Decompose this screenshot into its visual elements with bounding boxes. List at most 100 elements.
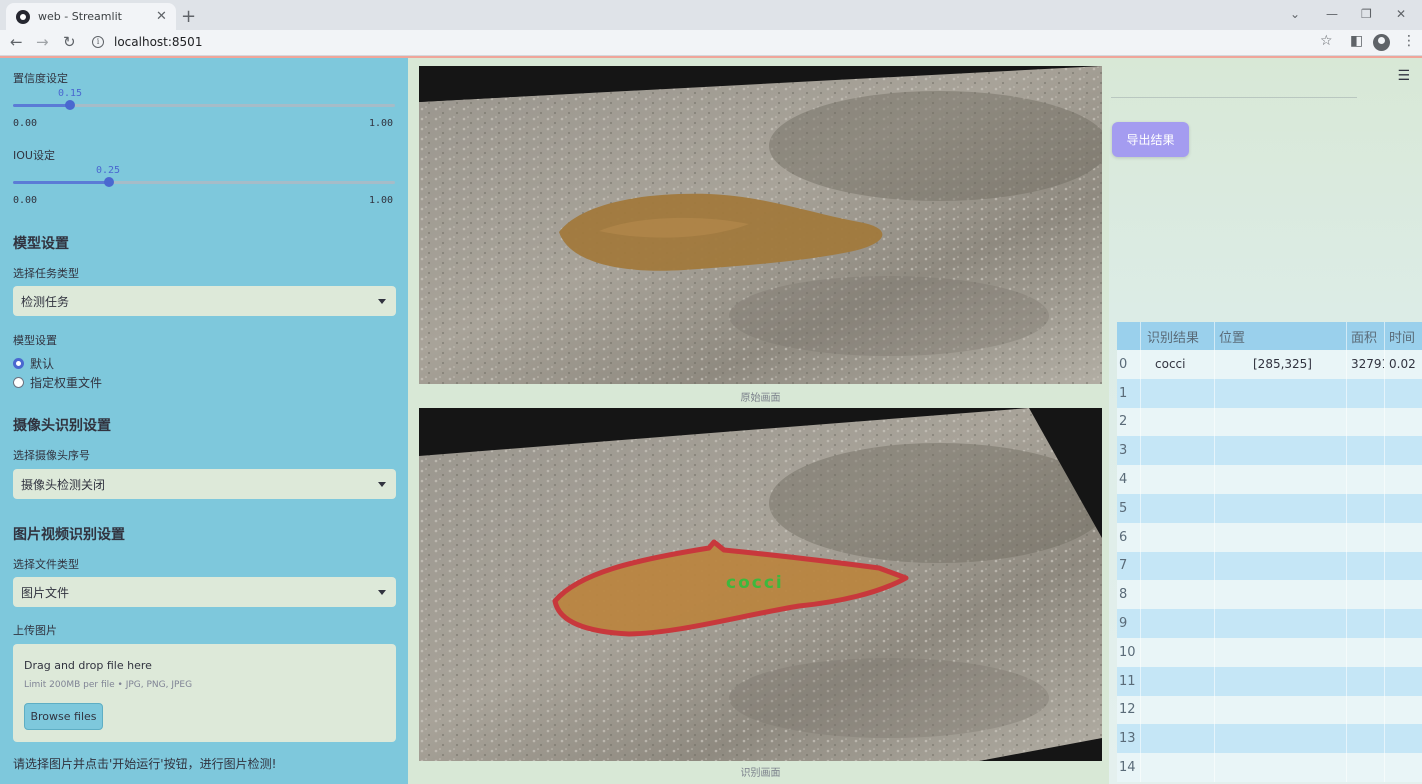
table-cell: [285,325] <box>1215 350 1347 379</box>
iou-slider-thumb[interactable] <box>103 177 114 187</box>
address-bar[interactable]: i localhost:8501 <box>84 31 1344 53</box>
close-window-icon[interactable]: ✕ <box>1396 7 1406 21</box>
table-cell <box>1215 465 1347 494</box>
minimize-icon[interactable]: — <box>1326 7 1338 21</box>
table-cell <box>1215 695 1347 725</box>
table-cell <box>1215 493 1347 523</box>
column-header[interactable]: 识别结果 <box>1141 322 1215 350</box>
table-row[interactable]: 2 <box>1117 407 1422 437</box>
reload-icon[interactable]: ↻ <box>63 33 76 51</box>
back-icon[interactable]: ← <box>10 33 23 51</box>
dropzone-limit: Limit 200MB per file • JPG, PNG, JPEG <box>24 680 193 690</box>
task-type-select[interactable]: 检测任务 <box>13 286 396 316</box>
table-row[interactable]: 5 <box>1117 493 1422 523</box>
table-cell: 0.02 <box>1389 357 1416 372</box>
table-cell <box>1347 753 1385 782</box>
table-row[interactable]: 8 <box>1117 580 1422 610</box>
browse-files-button[interactable]: Browse files <box>24 703 103 730</box>
table-row[interactable]: 14 <box>1117 753 1422 782</box>
chevron-down-icon <box>378 299 386 304</box>
profile-avatar-icon[interactable] <box>1373 34 1390 51</box>
file-type-label: 选择文件类型 <box>13 558 79 571</box>
confidence-slider-thumb[interactable] <box>65 100 76 110</box>
column-header[interactable] <box>1117 322 1141 350</box>
radio-default[interactable]: 默认 <box>13 355 54 372</box>
table-cell <box>1141 407 1215 437</box>
iou-slider[interactable] <box>13 177 395 187</box>
iou-slider-fill <box>13 181 109 184</box>
column-header[interactable]: 位置 <box>1215 322 1347 350</box>
iou-min: 0.00 <box>13 195 38 206</box>
row-index: 6 <box>1117 522 1141 552</box>
camera-select-value: 摄像头检测关闭 <box>21 477 106 492</box>
table-row[interactable]: 1 <box>1117 378 1422 408</box>
iou-value: 0.25 <box>95 165 121 176</box>
radio-custom-weights[interactable]: 指定权重文件 <box>13 374 102 391</box>
camera-select[interactable]: 摄像头检测关闭 <box>13 469 396 499</box>
results-table: 识别结果位置面积时间0cocci[285,325]327910.02123456… <box>1117 322 1422 782</box>
table-header-row: 识别结果 位置 面积 时间 <box>1117 322 1422 350</box>
camera-section-title: 摄像头识别设置 <box>13 418 111 434</box>
iou-label: IOU设定 <box>13 149 55 162</box>
side-panel-icon[interactable]: ◧ <box>1350 33 1363 49</box>
table-cell <box>1385 667 1422 696</box>
file-type-select[interactable]: 图片文件 <box>13 577 396 607</box>
site-info-icon[interactable]: i <box>92 36 104 48</box>
table-cell <box>1347 436 1385 466</box>
table-cell <box>1141 609 1215 638</box>
table-row[interactable]: 0cocci[285,325]32791 0.02 <box>1117 350 1422 379</box>
table-cell <box>1141 580 1215 610</box>
table-row[interactable]: 11 <box>1117 666 1422 696</box>
row-index: 5 <box>1117 493 1141 523</box>
table-row[interactable]: 10 <box>1117 637 1422 667</box>
tab-search-icon[interactable]: ⌄ <box>1290 7 1300 21</box>
table-row[interactable]: 4 <box>1117 465 1422 494</box>
browser-menu-icon[interactable]: ⋮ <box>1402 33 1416 49</box>
table-cell <box>1385 580 1422 609</box>
table-cell <box>1215 580 1347 610</box>
results-panel: ☰ 导出结果 识别结果位置面积时间0cocci[285,325]327910.0… <box>1109 58 1422 784</box>
table-cell <box>1141 465 1215 494</box>
hamburger-menu-icon[interactable]: ☰ <box>1397 68 1410 84</box>
original-caption: 原始画面 <box>740 393 781 404</box>
table-row[interactable]: 9 <box>1117 609 1422 638</box>
result-image: cocci <box>419 408 1102 761</box>
radio-unselected-icon[interactable] <box>13 377 24 388</box>
table-cell <box>1347 551 1385 581</box>
table-row[interactable]: 7 <box>1117 551 1422 581</box>
column-header[interactable]: 时间 <box>1385 322 1422 350</box>
restore-icon[interactable]: ❐ <box>1361 7 1372 21</box>
tab-title: web - Streamlit <box>38 10 122 23</box>
row-index: 9 <box>1117 609 1141 638</box>
row-index: 12 <box>1117 695 1141 725</box>
radio-selected-icon[interactable] <box>13 358 24 369</box>
row-index: 7 <box>1117 551 1141 581</box>
browser-tab[interactable]: web - Streamlit ✕ <box>6 3 176 30</box>
export-results-button[interactable]: 导出结果 <box>1112 122 1189 157</box>
table-cell <box>1385 436 1422 465</box>
table-row[interactable]: 12 <box>1117 695 1422 725</box>
model-section-title: 模型设置 <box>13 236 69 252</box>
new-tab-icon[interactable]: + <box>181 6 196 27</box>
table-row[interactable]: 6 <box>1117 522 1422 552</box>
table-row[interactable]: 3 <box>1117 436 1422 466</box>
task-type-label: 选择任务类型 <box>13 267 79 280</box>
table-row[interactable]: 13 <box>1117 724 1422 754</box>
bookmark-star-icon[interactable]: ☆ <box>1320 33 1333 49</box>
row-index: 14 <box>1117 753 1141 782</box>
browser-tab-strip: web - Streamlit ✕ + ⌄ — ❐ ✕ <box>0 0 1422 30</box>
forward-icon[interactable]: → <box>36 33 49 51</box>
column-header[interactable]: 面积 <box>1347 322 1385 350</box>
confidence-slider-fill <box>13 104 71 107</box>
file-dropzone[interactable]: Drag and drop file here Limit 200MB per … <box>13 644 396 742</box>
confidence-slider[interactable] <box>13 100 395 110</box>
table-cell <box>1215 724 1347 754</box>
tab-close-icon[interactable]: ✕ <box>156 9 167 24</box>
table-cell <box>1141 724 1215 754</box>
file-type-value: 图片文件 <box>21 585 70 600</box>
table-cell <box>1215 753 1347 782</box>
table-cell <box>1141 666 1215 696</box>
confidence-value: 0.15 <box>57 88 83 99</box>
table-cell <box>1141 637 1215 667</box>
table-cell <box>1215 609 1347 638</box>
